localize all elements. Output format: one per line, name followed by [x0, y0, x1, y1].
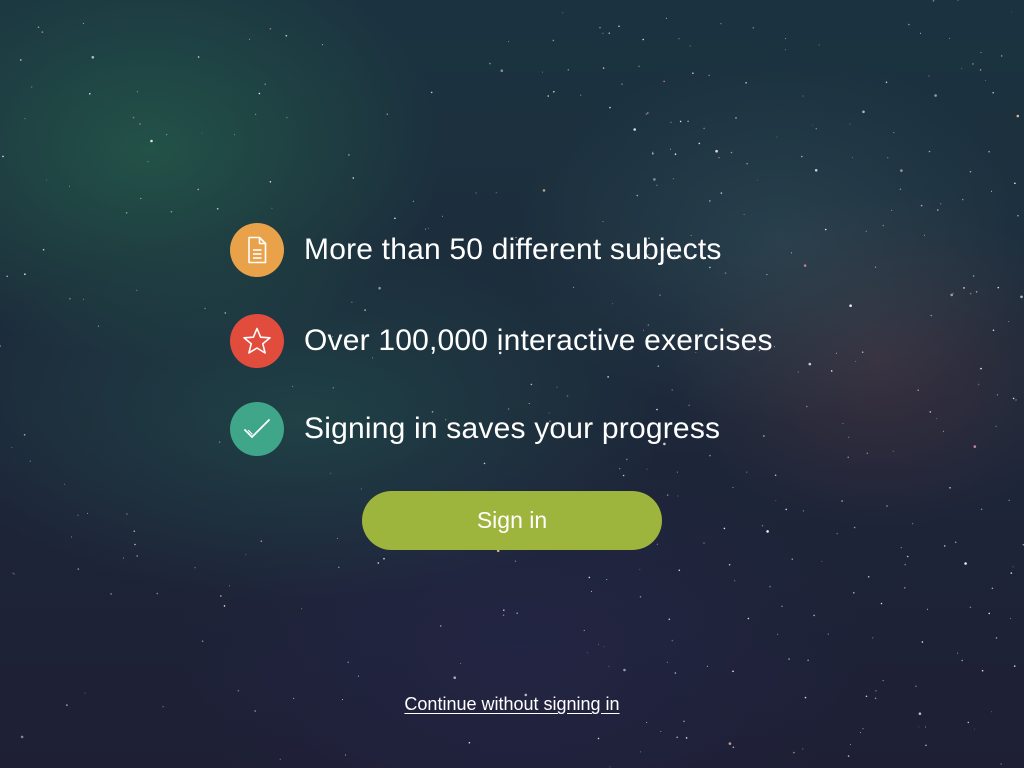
sign-in-button[interactable]: Sign in — [362, 491, 662, 550]
feature-subjects-label: More than 50 different subjects — [304, 233, 722, 266]
feature-progress-label: Signing in saves your progress — [304, 412, 721, 445]
checkmark-icon — [230, 402, 284, 456]
continue-without-signing-in-link[interactable]: Continue without signing in — [404, 694, 619, 714]
feature-exercises: Over 100,000 interactive exercises — [230, 314, 773, 368]
sign-in-button-label: Sign in — [476, 507, 548, 533]
feature-exercises-label: Over 100,000 interactive exercises — [304, 324, 773, 357]
continue-without-signing-in: Continue without signing in — [0, 694, 1024, 715]
starfield — [0, 0, 1024, 768]
feature-progress: Signing in saves your progress — [230, 402, 720, 456]
star-icon — [230, 314, 284, 368]
document-icon — [230, 223, 284, 277]
feature-subjects: More than 50 different subjects — [230, 223, 722, 277]
